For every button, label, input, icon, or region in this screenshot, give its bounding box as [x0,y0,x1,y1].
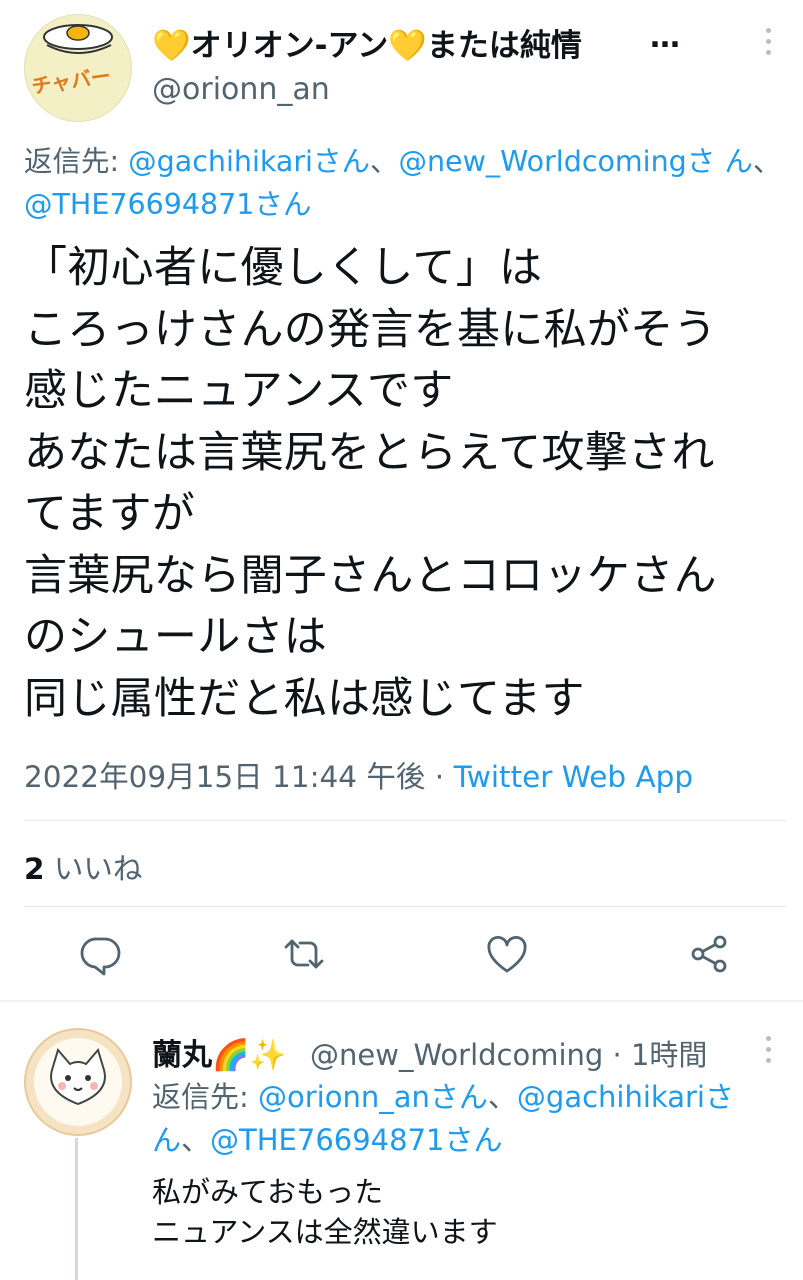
name-truncation: … [650,20,681,55]
retweet-icon[interactable] [280,930,328,978]
more-vertical-icon[interactable] [764,1036,772,1066]
reply-separator: 、 [752,145,782,178]
reply-separator: 、 [181,1123,211,1157]
reply-author-avatar[interactable] [24,1028,132,1136]
reply-author-name[interactable]: 蘭丸🌈✨ [152,1030,287,1074]
likes-label: いいね [44,852,143,886]
likes-stat[interactable]: 2 いいね [24,846,142,888]
thread-line [75,1138,78,1280]
reply-target-link[interactable]: @new_Worldcomingさ ん [398,145,752,178]
divider [24,820,786,821]
divider [24,906,786,907]
section-divider [0,1000,803,1002]
reply-icon[interactable] [77,930,125,978]
reply-target-link[interactable]: @gachihikariさん [128,145,370,178]
reply-author-handle[interactable]: @new_Worldcoming · 1時間 [310,1032,707,1074]
reply-target-link[interactable]: @THE76694871さん [24,188,311,221]
reply-to-label: 返信先: [24,145,129,178]
author-avatar[interactable]: チャバー [24,14,132,122]
like-icon[interactable] [483,930,531,978]
reply-to-label: 返信先: [152,1080,258,1114]
likes-count: 2 [24,852,45,886]
author-handle[interactable]: @orionn_an [152,72,330,107]
tweet-text: 「初心者に優しくして」は ころっけさんの発言を基に私がそう 感じたニュアンスです… [24,243,717,724]
reply-to-line: 返信先: @orionn_anさん、@gachihikariさ ん、@THE76… [152,1076,792,1162]
more-vertical-icon[interactable] [764,28,772,58]
tweet-meta: 2022年09月15日 11:44 午後 · Twitter Web App [24,754,693,796]
source-link[interactable]: Twitter Web App [454,760,694,794]
reply-tweet-text: 私がみておもった ニュアンスは全然違います [152,1175,498,1249]
reply-target-link[interactable]: @THE76694871さん [210,1123,502,1157]
reply-separator: 、 [487,1080,517,1114]
reply-separator: 、 [369,145,399,178]
meta-separator: · [425,760,454,794]
reply-target-link[interactable]: @orionn_anさん [258,1080,488,1114]
share-icon[interactable] [686,930,734,978]
timestamp[interactable]: 2022年09月15日 11:44 午後 [24,760,425,794]
reply-to-line: 返信先: @gachihikariさん、@new_Worldcomingさ ん、… [24,140,784,226]
action-bar [0,930,803,982]
author-name[interactable]: 💛オリオン-アン💛または純情 [152,20,582,65]
